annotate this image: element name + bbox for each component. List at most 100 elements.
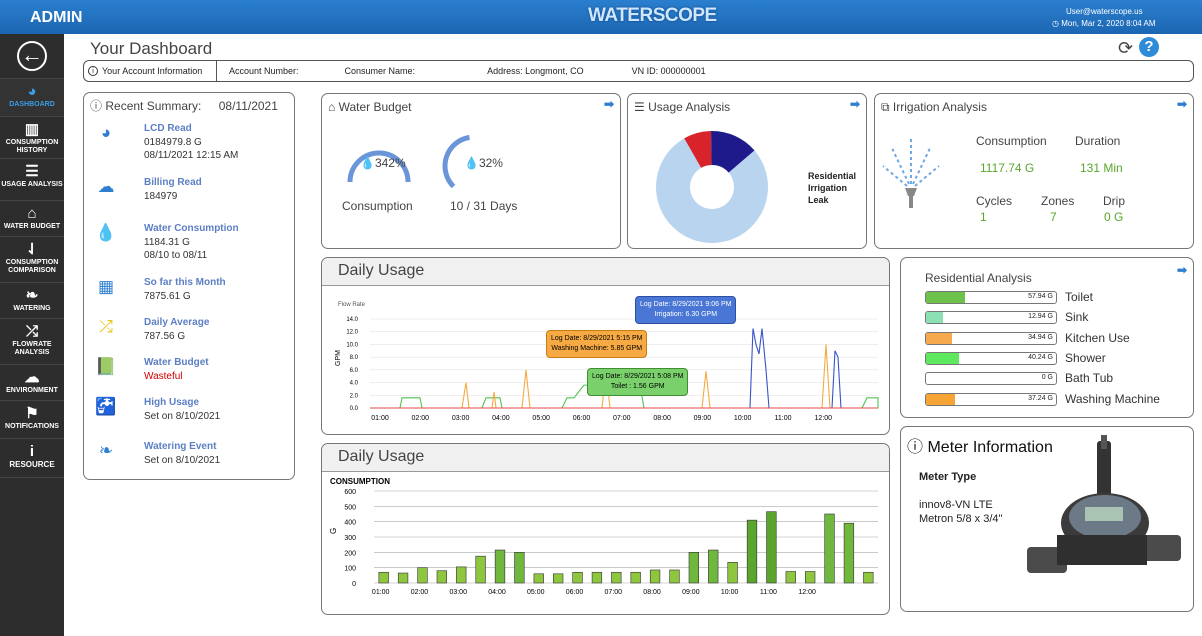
home-icon: ⌂ xyxy=(27,205,37,222)
consumption-bar[interactable] xyxy=(591,571,603,584)
consumption-value: 1117.74 G xyxy=(980,161,1035,175)
sidebar-item-consumption-history[interactable]: ▥ CONSUMPTION HISTORY xyxy=(0,116,64,158)
account-info-bar: i Your Account Information Account Number… xyxy=(83,60,1194,82)
consumption-bar[interactable] xyxy=(688,552,699,584)
info-circle-icon: ⓘ xyxy=(90,99,103,113)
residential-item-name: Sink xyxy=(1065,310,1089,325)
sidebar-item-flowrate-analysis[interactable]: ⤮ FLOWRATE ANALYSIS xyxy=(0,318,64,364)
consumption-bar[interactable] xyxy=(417,567,428,584)
x-tick-label: 02:00 xyxy=(412,415,430,422)
summary-item-value: Set on 8/10/2021 xyxy=(144,411,221,422)
info-icon: i xyxy=(29,443,35,460)
duration-label: Duration xyxy=(1075,134,1121,148)
sidebar-item-watering[interactable]: ❧ WATERING xyxy=(0,282,64,318)
flag-icon: ⚑ xyxy=(25,405,39,422)
consumption-bar[interactable] xyxy=(630,571,641,584)
sidebar-item-dashboard[interactable]: ◕ DASHBOARD xyxy=(0,78,64,116)
consumption-bar[interactable] xyxy=(727,562,738,584)
x-tick-label: 08:00 xyxy=(653,415,671,422)
duration-value: 131 Min xyxy=(1080,161,1123,175)
daily-flow-title: Daily Usage xyxy=(338,262,425,279)
consumption-bar[interactable] xyxy=(494,549,506,584)
summary-item-title[interactable]: Daily Average xyxy=(144,317,209,328)
x-tick-label: 11:00 xyxy=(775,415,792,422)
consumption-bar[interactable] xyxy=(436,570,447,584)
user-info: User@waterscope.us ◷ Mon, Mar 2, 2020 8:… xyxy=(1052,6,1156,30)
x-tick-label: 02:00 xyxy=(411,589,429,596)
summary-item-title[interactable]: LCD Read xyxy=(144,123,192,134)
summary-item-title[interactable]: Watering Event xyxy=(144,441,216,452)
water-drop-icon: 💧 xyxy=(464,156,479,170)
summary-item-title[interactable]: Water Consumption xyxy=(144,223,239,234)
daily-consumption-header: Daily Usage xyxy=(322,444,889,472)
consumption-bar[interactable] xyxy=(785,571,796,584)
consumption-bar[interactable] xyxy=(533,573,544,584)
refresh-icon[interactable]: ⟳ xyxy=(1118,38,1133,59)
meter-size: Metron 5/8 x 3/4" xyxy=(919,513,1003,525)
consumption-bar[interactable] xyxy=(805,571,816,584)
consumption-bar[interactable] xyxy=(746,519,758,584)
consumption-bar[interactable] xyxy=(475,555,486,584)
x-tick-label: 09:00 xyxy=(694,415,712,422)
address: Address: Longmont, CO xyxy=(487,66,584,76)
irrigation-tooltip: Log Date: 8/29/2021 9:06 PM Irrigation: 6… xyxy=(635,296,737,324)
residential-progress-bar: 0 G xyxy=(925,372,1057,386)
x-tick-label: 10:00 xyxy=(734,415,752,422)
irrigation-expand-icon[interactable]: ➡ xyxy=(1177,97,1187,111)
summary-item-value: Wasteful xyxy=(144,371,183,382)
consumption-bar[interactable] xyxy=(397,572,409,584)
consumption-bar[interactable] xyxy=(824,513,835,584)
legend-residential: Residential xyxy=(808,171,857,181)
sidebar: ← ◕ DASHBOARD ▥ CONSUMPTION HISTORY ☰ USAGE… xyxy=(0,34,64,636)
summary-item-title[interactable]: So far this Month xyxy=(144,277,226,288)
consumption-bar[interactable] xyxy=(611,571,622,584)
gauge-icon: ◕ xyxy=(100,123,112,142)
summary-item-title[interactable]: High Usage xyxy=(144,397,199,408)
cloud-icon: ☁ xyxy=(24,369,40,386)
consumption-label: Consumption xyxy=(976,134,1047,148)
residential-progress-bar: 12.94 G xyxy=(925,311,1057,325)
residential-progress-bar: 40.24 G xyxy=(925,351,1057,365)
consumption-bar[interactable] xyxy=(514,552,525,584)
sidebar-item-environment[interactable]: ☁ ENVIRONMENT xyxy=(0,364,64,400)
sidebar-item-water-budget[interactable]: ⌂ WATER BUDGET xyxy=(0,200,64,236)
sort-icon: ⇃ xyxy=(25,241,39,258)
drip-value: 0 G xyxy=(1104,210,1124,224)
y-tick-label: 14.0 xyxy=(346,317,358,323)
sidebar-item-consumption-comparison[interactable]: ⇃ CONSUMPTION COMPARISON xyxy=(0,236,64,282)
residential-expand-icon[interactable]: ➡ xyxy=(1177,263,1187,277)
sidebar-item-notifications[interactable]: ⚑ NOTIFICATIONS xyxy=(0,400,64,438)
info-circle-icon: i xyxy=(88,66,98,76)
account-info-button[interactable]: i Your Account Information xyxy=(84,61,217,81)
consumption-bar[interactable] xyxy=(843,522,855,584)
summary-item-title[interactable]: Billing Read xyxy=(144,177,202,188)
summary-item-title[interactable]: Water Budget xyxy=(144,357,209,368)
y-tick-label: 200 xyxy=(344,550,356,557)
x-tick-label: 01:00 xyxy=(371,415,389,422)
consumption-bar[interactable] xyxy=(456,566,467,584)
shuffle-icon: ⤮ xyxy=(99,317,113,336)
consumption-bar[interactable] xyxy=(708,549,719,584)
help-icon[interactable]: ? xyxy=(1139,37,1159,57)
consumption-bar[interactable] xyxy=(649,569,661,584)
summary-item-value: 0184979.8 G 08/11/2021 12:15 AM xyxy=(144,137,239,161)
back-button[interactable]: ← xyxy=(0,34,64,78)
consumption-bar[interactable] xyxy=(669,569,680,584)
consumption-bar[interactable] xyxy=(863,571,874,584)
sidebar-item-usage-analysis[interactable]: ☰ USAGE ANALYSIS xyxy=(0,158,64,200)
sidebar-item-resource[interactable]: i RESOURCE xyxy=(0,438,64,478)
account-number: Account Number: xyxy=(229,66,299,76)
cycles-value: 1 xyxy=(980,210,987,224)
irrigation-analysis-title: ⧉ Irrigation Analysis xyxy=(881,100,987,114)
user-email[interactable]: User@waterscope.us xyxy=(1052,6,1156,18)
clock-icon: ◷ xyxy=(1052,19,1059,28)
consumption-bar-chart: CONSUMPTION G 0 100 200 300 400 500 600 01:00 02:0… xyxy=(329,477,878,596)
consumer-name: Consumer Name: xyxy=(344,66,416,76)
y-tick-label: 0 xyxy=(352,581,356,588)
consumption-bar[interactable] xyxy=(378,571,389,584)
consumption-bar[interactable] xyxy=(766,511,777,584)
consumption-bar[interactable] xyxy=(572,571,583,584)
legend-leak: Leak xyxy=(808,195,829,205)
consumption-bar[interactable] xyxy=(553,573,564,584)
summary-item-value: Set on 8/10/2021 xyxy=(144,455,221,466)
